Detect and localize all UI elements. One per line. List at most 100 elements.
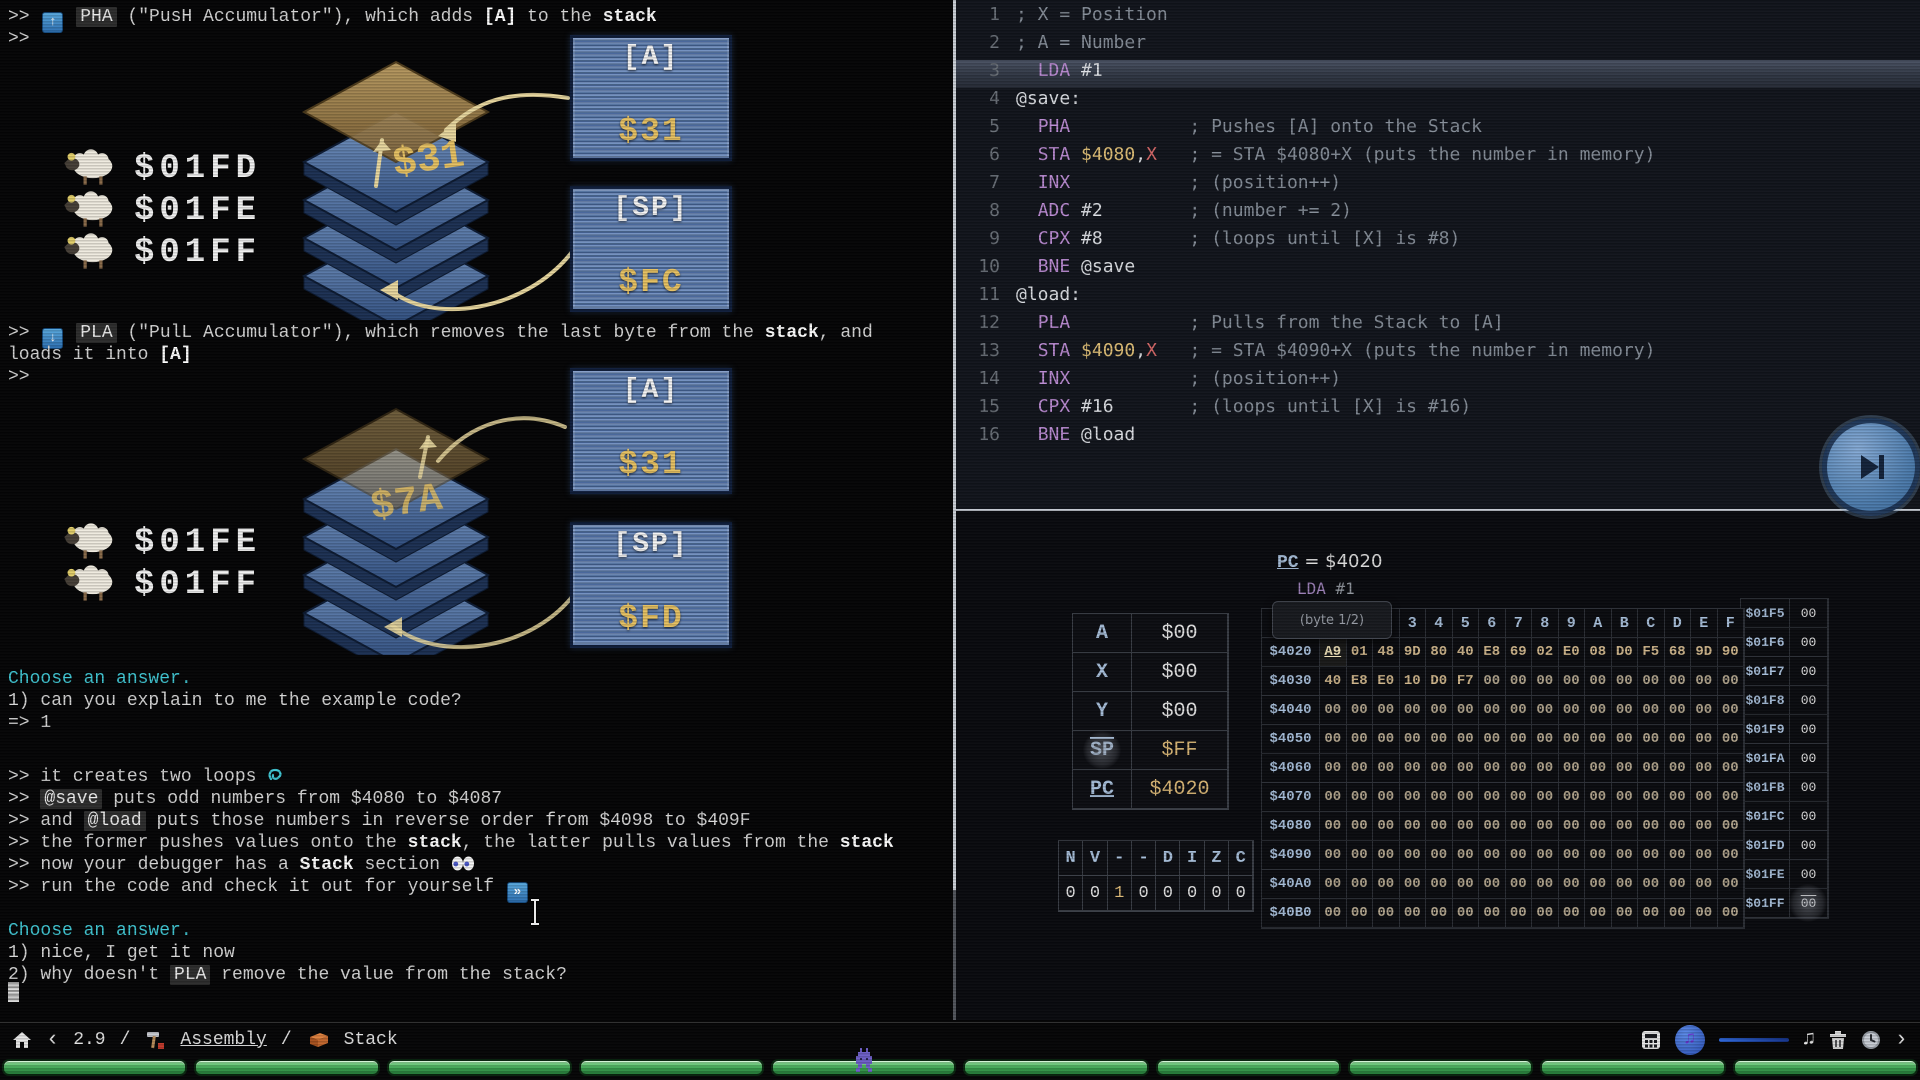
memory-cell[interactable]: 00 [1718,841,1745,870]
answer-option-2[interactable]: 2) why doesn't PLA remove the value from… [8,964,567,986]
memory-cell[interactable]: 9D [1400,638,1427,667]
trash-icon[interactable] [1829,1030,1847,1050]
editor-line[interactable]: 1; X = Position [956,4,1920,32]
memory-cell[interactable]: 00 [1347,783,1374,812]
editor-line[interactable]: 16 BNE @load [956,424,1920,452]
memory-cell[interactable]: 40 [1453,638,1480,667]
music-volume-icon[interactable]: ♫ [1675,1025,1705,1055]
memory-cell[interactable]: 00 [1479,899,1506,928]
memory-cell[interactable]: 00 [1559,899,1586,928]
memory-cell[interactable]: 00 [1373,812,1400,841]
editor-line[interactable]: 14 INX ; (position++) [956,368,1920,396]
memory-cell[interactable]: A9 [1320,638,1347,667]
memory-cell[interactable]: 00 [1612,899,1639,928]
memory-cell[interactable]: 00 [1506,783,1533,812]
home-icon[interactable] [12,1031,32,1049]
memory-cell[interactable]: 00 [1638,754,1665,783]
memory-cell[interactable]: 00 [1532,696,1559,725]
progress-segment[interactable] [387,1059,572,1076]
stack-cell[interactable]: 00 [1790,802,1828,831]
memory-cell[interactable]: 00 [1320,725,1347,754]
memory-cell[interactable]: 00 [1691,812,1718,841]
memory-cell[interactable]: 00 [1718,870,1745,899]
memory-cell[interactable]: 00 [1585,696,1612,725]
memory-cell[interactable]: 00 [1638,841,1665,870]
memory-cell[interactable]: 00 [1585,667,1612,696]
stack-cell[interactable]: 00 [1790,599,1828,628]
memory-cell[interactable]: 00 [1585,783,1612,812]
memory-cell[interactable]: 00 [1532,667,1559,696]
memory-cell[interactable]: 00 [1718,754,1745,783]
back-icon[interactable]: ‹ [46,1030,59,1050]
flag-value[interactable]: 0 [1156,876,1180,911]
editor-line[interactable]: 12 PLA ; Pulls from the Stack to [A] [956,312,1920,340]
memory-cell[interactable]: 00 [1638,812,1665,841]
memory-cell[interactable]: 00 [1400,870,1427,899]
progress-segment[interactable] [963,1059,1148,1076]
memory-cell[interactable]: 00 [1638,696,1665,725]
memory-cell[interactable]: 00 [1612,841,1639,870]
memory-cell[interactable]: 01 [1347,638,1374,667]
memory-cell[interactable]: 00 [1718,783,1745,812]
memory-cell[interactable]: 00 [1373,783,1400,812]
memory-cell[interactable]: 00 [1638,725,1665,754]
register-label-A[interactable]: A [1073,614,1132,653]
flag-value[interactable]: 0 [1083,876,1107,911]
stack-cell[interactable]: 00 [1790,744,1828,773]
memory-cell[interactable]: 00 [1532,754,1559,783]
progress-segment[interactable] [579,1059,764,1076]
memory-cell[interactable]: 00 [1453,783,1480,812]
memory-cell[interactable]: 80 [1426,638,1453,667]
memory-cell[interactable]: 40 [1320,667,1347,696]
memory-cell[interactable]: 00 [1532,841,1559,870]
memory-cell[interactable]: 00 [1612,696,1639,725]
terminal-scrollbar-track[interactable] [953,890,956,1020]
memory-cell[interactable]: 00 [1691,754,1718,783]
memory-cell[interactable]: E0 [1373,667,1400,696]
stack-cell[interactable]: 00 [1790,686,1828,715]
progress-segment[interactable] [1156,1059,1341,1076]
progress-segment[interactable] [2,1059,187,1076]
memory-cell[interactable]: 00 [1559,667,1586,696]
memory-cell[interactable]: 00 [1665,667,1692,696]
memory-cell[interactable]: 00 [1320,812,1347,841]
memory-cell[interactable]: 00 [1638,899,1665,928]
stack-cell[interactable]: 00 [1790,889,1828,918]
memory-cell[interactable]: 02 [1532,638,1559,667]
memory-cell[interactable]: 00 [1585,812,1612,841]
memory-cell[interactable]: E0 [1559,638,1586,667]
register-label-PC[interactable]: PC [1073,770,1132,809]
memory-cell[interactable]: 00 [1320,783,1347,812]
memory-cell[interactable]: E8 [1347,667,1374,696]
stack-cell[interactable]: 00 [1790,773,1828,802]
chapter-number[interactable]: 2.9 [73,1030,105,1050]
memory-cell[interactable]: 00 [1426,812,1453,841]
step-run-button[interactable] [1822,418,1920,516]
memory-cell[interactable]: 00 [1665,696,1692,725]
memory-cell[interactable]: 00 [1400,754,1427,783]
progress-segment[interactable] [194,1059,379,1076]
memory-cell[interactable]: 00 [1665,870,1692,899]
memory-cell[interactable]: 00 [1532,899,1559,928]
memory-cell[interactable]: 00 [1479,783,1506,812]
progress-segment[interactable] [1540,1059,1725,1076]
calculator-icon[interactable] [1641,1030,1661,1050]
editor-line[interactable]: 3 LDA #1 [956,60,1920,88]
editor-line[interactable]: 8 ADC #2 ; (number += 2) [956,200,1920,228]
memory-cell[interactable]: 9D [1691,638,1718,667]
history-clock-icon[interactable] [1861,1030,1881,1050]
memory-cell[interactable]: 90 [1718,638,1745,667]
memory-cell[interactable]: 00 [1665,812,1692,841]
memory-cell[interactable]: 00 [1400,841,1427,870]
memory-cell[interactable]: 00 [1347,899,1374,928]
memory-cell[interactable]: 00 [1320,754,1347,783]
memory-cell[interactable]: 00 [1426,841,1453,870]
answer-option-1[interactable]: 1) can you explain to me the example cod… [8,690,462,712]
music-note-icon[interactable]: ♫ [1803,1028,1815,1051]
memory-cell[interactable]: 00 [1347,870,1374,899]
register-label-X[interactable]: X [1073,653,1132,692]
memory-cell[interactable]: 00 [1453,870,1480,899]
memory-cell[interactable]: 00 [1400,696,1427,725]
memory-cell[interactable]: 00 [1400,899,1427,928]
memory-cell[interactable]: 00 [1373,841,1400,870]
